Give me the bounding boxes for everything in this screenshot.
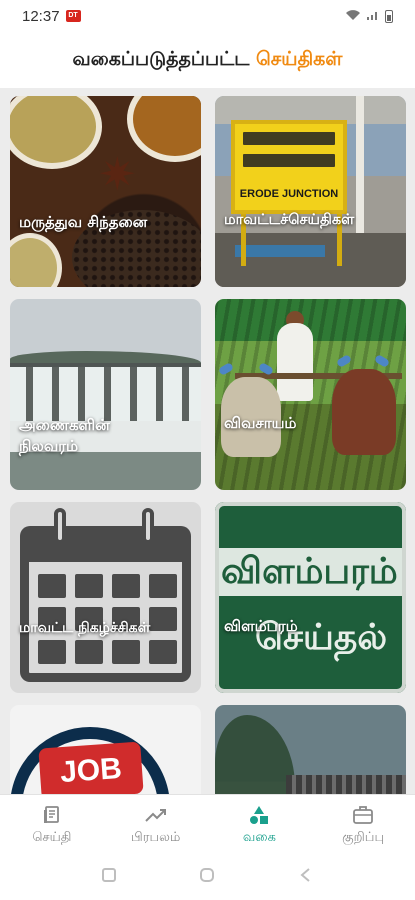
back-button[interactable] bbox=[297, 866, 315, 888]
category-tile-weather[interactable] bbox=[215, 705, 406, 794]
ad-board-frame bbox=[215, 502, 406, 693]
page-title-highlight: செய்திகள் bbox=[255, 48, 343, 70]
category-icon bbox=[248, 804, 270, 826]
bench-image bbox=[235, 245, 325, 257]
wifi-icon bbox=[345, 9, 361, 24]
calendar-ring-icon bbox=[54, 508, 66, 544]
category-label: விவசாயம் bbox=[224, 414, 297, 432]
briefcase-icon bbox=[352, 804, 374, 826]
spice-bowl-image bbox=[10, 233, 62, 287]
nav-item-notes[interactable]: குறிப்பு bbox=[311, 795, 415, 854]
ox-image bbox=[332, 369, 396, 455]
category-label: மாவட்ட நிகழ்ச்சிகள் bbox=[19, 620, 151, 636]
category-tile-dam-status[interactable]: அணைகளின் நிலவரம் bbox=[10, 299, 201, 490]
trees-image bbox=[215, 715, 295, 794]
calendar-ring-icon bbox=[142, 508, 154, 544]
station-sign-image: ERODE JUNCTION bbox=[231, 120, 347, 214]
battery-icon bbox=[385, 9, 393, 23]
recents-button[interactable] bbox=[100, 866, 118, 888]
category-tile-district-news[interactable]: ERODE JUNCTION மாவட்டச்செய்திகள் bbox=[215, 96, 406, 287]
app-notification-icon: DT bbox=[65, 10, 81, 22]
category-label: மருத்துவ சிந்தனை bbox=[19, 213, 148, 231]
category-grid: ✷ மருத்துவ சிந்தனை ERODE JUNCTION மாவட்ட… bbox=[10, 96, 406, 794]
category-tile-advertisement[interactable]: விளம்பரம் செய்தல் விளம்பரம் bbox=[215, 502, 406, 693]
star-anise-icon: ✷ bbox=[98, 147, 137, 201]
category-label: அணைகளின் நிலவரம் bbox=[19, 416, 110, 455]
spice-bowl-image bbox=[127, 96, 201, 162]
dam-gates-image bbox=[10, 367, 201, 421]
category-tile-medicine[interactable]: ✷ மருத்துவ சிந்தனை bbox=[10, 96, 201, 287]
status-indicators bbox=[345, 9, 393, 24]
category-label: விளம்பரம் bbox=[224, 617, 298, 635]
nav-label: பிரபலம் bbox=[130, 829, 181, 845]
job-badge: JOB bbox=[38, 741, 144, 794]
category-label: மாவட்டச்செய்திகள் bbox=[224, 212, 355, 228]
status-bar: 12:37 DT bbox=[0, 0, 415, 32]
page-title: வகைப்படுத்தப்பட்ட செய்திகள் bbox=[0, 38, 415, 80]
page-title-main: வகைப்படுத்தப்பட்ட bbox=[72, 48, 256, 70]
station-sign-text: ERODE JUNCTION bbox=[239, 188, 339, 200]
system-navigation-bar bbox=[0, 854, 415, 900]
rooftops-image bbox=[286, 775, 406, 794]
home-button[interactable] bbox=[198, 866, 216, 888]
calendar-icon bbox=[20, 526, 191, 562]
nav-item-trending[interactable]: பிரபலம் bbox=[104, 795, 208, 854]
nav-item-news[interactable]: செய்தி bbox=[0, 795, 104, 854]
nav-label: குறிப்பு bbox=[342, 829, 385, 845]
category-tile-district-events[interactable]: மாவட்ட நிகழ்ச்சிகள் bbox=[10, 502, 201, 693]
category-grid-area: ✷ மருத்துவ சிந்தனை ERODE JUNCTION மாவட்ட… bbox=[0, 88, 415, 794]
trending-icon bbox=[144, 804, 167, 826]
status-time: 12:37 bbox=[22, 7, 60, 25]
bottom-navigation: செய்தி பிரபலம் வகை குறிப்பு bbox=[0, 794, 415, 854]
farmer-image bbox=[277, 323, 313, 401]
category-tile-agriculture[interactable]: விவசாயம் bbox=[215, 299, 406, 490]
news-icon bbox=[41, 804, 63, 826]
nav-label: செய்தி bbox=[32, 829, 72, 845]
nav-item-category[interactable]: வகை bbox=[208, 795, 312, 854]
spice-bowl-image bbox=[10, 96, 102, 169]
signal-icon bbox=[366, 9, 380, 24]
category-tile-jobs[interactable]: JOB bbox=[10, 705, 201, 794]
nav-label: வகை bbox=[242, 829, 276, 845]
